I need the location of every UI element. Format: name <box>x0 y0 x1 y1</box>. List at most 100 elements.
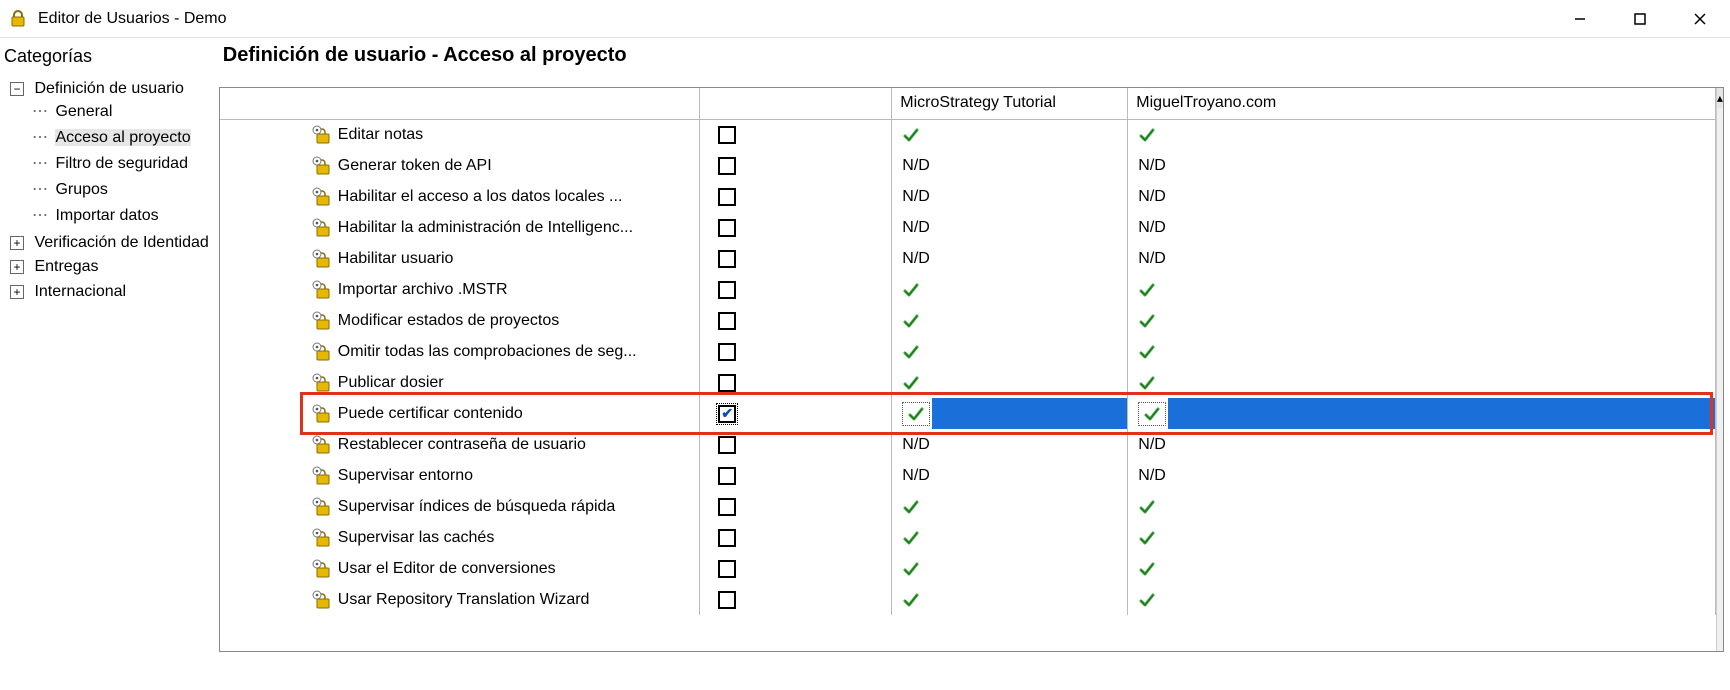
privilege-lock-icon <box>312 156 332 176</box>
privilege-lock-icon <box>312 311 332 331</box>
privilege-label: Restablecer contraseña de usuario <box>338 436 586 454</box>
privilege-lock-icon <box>312 218 332 238</box>
privilege-checkbox[interactable] <box>718 529 736 547</box>
window-title: Editor de Usuarios - Demo <box>38 10 227 28</box>
check-icon <box>902 591 920 609</box>
privilege-lock-icon <box>312 404 332 424</box>
scroll-up-icon[interactable]: ▴ <box>1717 88 1723 108</box>
check-icon <box>1138 126 1156 144</box>
privilege-checkbox[interactable] <box>718 157 736 175</box>
tree-node-filtro-seguridad[interactable]: ⋯ Filtro de seguridad <box>32 150 209 176</box>
check-icon <box>907 405 925 423</box>
privilege-lock-icon <box>312 342 332 362</box>
table-row[interactable]: Puede certificar contenido <box>220 398 1716 429</box>
privilege-checkbox[interactable] <box>718 560 736 578</box>
privilege-checkbox[interactable] <box>718 312 736 330</box>
table-row[interactable]: Omitir todas las comprobaciones de seg..… <box>220 336 1716 367</box>
expand-icon[interactable]: + <box>10 285 24 299</box>
check-icon <box>902 126 920 144</box>
tree-node-entregas[interactable]: + Entregas <box>10 255 209 279</box>
tree-node-importar-datos[interactable]: ⋯ Importar datos <box>32 202 209 228</box>
privilege-label: Importar archivo .MSTR <box>338 281 508 299</box>
privilege-lock-icon <box>312 280 332 300</box>
value-text: N/D <box>902 157 930 175</box>
expand-icon[interactable]: + <box>10 260 24 274</box>
tree-node-acceso-proyecto[interactable]: ⋯ Acceso al proyecto <box>32 124 209 150</box>
privilege-lock-icon <box>312 466 332 486</box>
expand-icon[interactable]: + <box>10 236 24 250</box>
privilege-lock-icon <box>312 373 332 393</box>
privilege-checkbox[interactable] <box>718 498 736 516</box>
minimize-button[interactable] <box>1550 0 1610 38</box>
privilege-label: Habilitar el acceso a los datos locales … <box>338 188 623 206</box>
col-header-checkbox[interactable] <box>700 88 892 119</box>
privilege-checkbox[interactable] <box>718 219 736 237</box>
check-icon <box>1138 498 1156 516</box>
table-row[interactable]: Habilitar el acceso a los datos locales … <box>220 181 1716 212</box>
privilege-checkbox[interactable] <box>718 405 736 423</box>
grid-header-row: MicroStrategy Tutorial MiguelTroyano.com <box>220 88 1716 119</box>
privilege-label: Modificar estados de proyectos <box>338 312 559 330</box>
check-icon <box>1143 405 1161 423</box>
value-text: N/D <box>1138 250 1166 268</box>
privilege-lock-icon <box>312 187 332 207</box>
privilege-label: Usar el Editor de conversiones <box>338 560 556 578</box>
app-lock-icon <box>8 9 28 29</box>
privilege-checkbox[interactable] <box>718 250 736 268</box>
table-row[interactable]: Supervisar índices de búsqueda rápida <box>220 491 1716 522</box>
privilege-checkbox[interactable] <box>718 591 736 609</box>
privilege-checkbox[interactable] <box>718 188 736 206</box>
value-text: N/D <box>1138 157 1166 175</box>
table-row[interactable]: Importar archivo .MSTR <box>220 274 1716 305</box>
check-icon <box>1138 374 1156 392</box>
privilege-label: Habilitar la administración de Intellige… <box>338 219 633 237</box>
value-text: N/D <box>902 250 930 268</box>
table-row[interactable]: Publicar dosier <box>220 367 1716 398</box>
vertical-scrollbar[interactable]: ▴ <box>1716 88 1723 651</box>
tree-node-internacional[interactable]: + Internacional <box>10 280 209 304</box>
privilege-checkbox[interactable] <box>718 467 736 485</box>
col-header-project2[interactable]: MiguelTroyano.com <box>1128 88 1716 119</box>
table-row[interactable]: Supervisar entornoN/DN/D <box>220 460 1716 491</box>
table-row[interactable]: Generar token de APIN/DN/D <box>220 150 1716 181</box>
check-icon <box>1138 591 1156 609</box>
table-row[interactable]: Usar el Editor de conversiones <box>220 553 1716 584</box>
privilege-checkbox[interactable] <box>718 126 736 144</box>
table-row[interactable]: Editar notas <box>220 119 1716 150</box>
table-row[interactable]: Habilitar usuario N/D N/D <box>220 243 1716 274</box>
tree-node-verificacion-identidad[interactable]: + Verificación de Identidad <box>10 231 209 255</box>
privilege-checkbox[interactable] <box>718 343 736 361</box>
tree-node-grupos[interactable]: ⋯ Grupos <box>32 176 209 202</box>
privilege-checkbox[interactable] <box>718 374 736 392</box>
maximize-button[interactable] <box>1610 0 1670 38</box>
col-header-project1[interactable]: MicroStrategy Tutorial <box>892 88 1128 119</box>
value-text: N/D <box>902 436 930 454</box>
col-header-name[interactable] <box>220 88 700 119</box>
privilege-checkbox[interactable] <box>718 436 736 454</box>
table-row[interactable]: Usar Repository Translation Wizard <box>220 584 1716 615</box>
tree-node-general[interactable]: ⋯ General <box>32 98 209 124</box>
privilege-lock-icon <box>312 435 332 455</box>
value-text: N/D <box>902 219 930 237</box>
privileges-grid: MicroStrategy Tutorial MiguelTroyano.com… <box>219 87 1724 652</box>
check-icon <box>902 374 920 392</box>
value-text: N/D <box>1138 436 1166 454</box>
collapse-icon[interactable]: − <box>10 82 24 96</box>
close-button[interactable] <box>1670 0 1730 38</box>
main-title: Definición de usuario - Acceso al proyec… <box>219 44 1724 87</box>
table-row[interactable]: Supervisar las cachés <box>220 522 1716 553</box>
privilege-checkbox[interactable] <box>718 281 736 299</box>
value-text: N/D <box>1138 219 1166 237</box>
privilege-lock-icon <box>312 590 332 610</box>
check-icon <box>1138 281 1156 299</box>
privilege-label: Habilitar usuario <box>338 250 454 268</box>
privilege-lock-icon <box>312 528 332 548</box>
main-panel: Definición de usuario - Acceso al proyec… <box>213 38 1730 690</box>
table-row[interactable]: Restablecer contraseña de usuario N/D N/D <box>220 429 1716 460</box>
check-icon <box>902 343 920 361</box>
table-row[interactable]: Modificar estados de proyectos <box>220 305 1716 336</box>
sidebar-heading: Categorías <box>4 44 209 77</box>
table-row[interactable]: Habilitar la administración de Intellige… <box>220 212 1716 243</box>
privilege-lock-icon <box>312 125 332 145</box>
tree-node-definicion[interactable]: − Definición de usuario ⋯ General ⋯ Acce… <box>10 77 209 231</box>
